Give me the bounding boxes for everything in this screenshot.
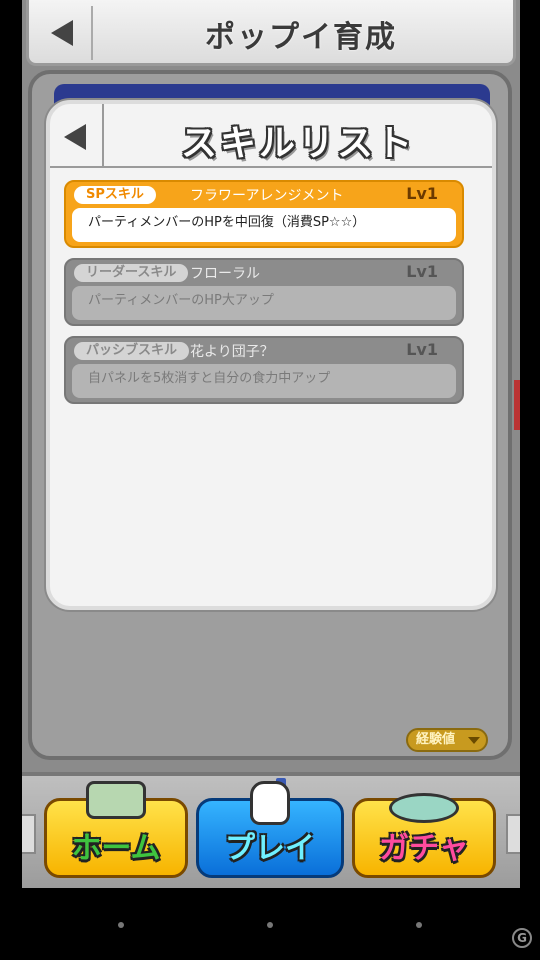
skill-name: フローラル [190, 266, 260, 282]
play-label: プレイ [225, 831, 315, 866]
skill-list-dialog: スキルリスト SPスキル フラワーアレンジメント Lv1 パーティメンバーのHP… [46, 100, 496, 610]
car-icon [86, 781, 146, 819]
skill-level: Lv1 [406, 340, 438, 359]
skill-item-passive[interactable]: パッシブスキル 花より団子？ Lv1 自パネルを5枚消すと自分の食力中アップ [64, 336, 464, 404]
watermark-logo: G [512, 928, 532, 948]
skill-type-badge: パッシブスキル [74, 342, 190, 360]
back-arrow-icon [51, 20, 73, 46]
recents-dot-icon[interactable] [416, 922, 422, 928]
skill-item-sp[interactable]: SPスキル フラワーアレンジメント Lv1 パーティメンバーのHPを中回復（消費… [64, 180, 464, 248]
background-back-button[interactable] [35, 6, 93, 60]
skill-description: 自パネルを5枚消すと自分の食力中アップ [72, 364, 456, 398]
skill-name: 花より団子？ [190, 344, 274, 360]
dialog-back-button[interactable] [50, 104, 104, 168]
skill-description: パーティメンバーのHPを中回復（消費SP☆☆） [72, 208, 456, 242]
back-dot-icon[interactable] [118, 922, 124, 928]
dropdown-arrow-icon [468, 737, 480, 744]
home-dot-icon[interactable] [267, 922, 273, 928]
gacha-label: ガチャ [379, 831, 469, 866]
skill-type-badge: リーダースキル [74, 264, 189, 282]
skill-list: SPスキル フラワーアレンジメント Lv1 パーティメンバーのHPを中回復（消費… [64, 180, 464, 414]
nav-scroll-right[interactable] [506, 814, 520, 854]
exp-dropdown-button[interactable]: 経験値 [406, 728, 488, 752]
dialog-header: スキルリスト [50, 104, 492, 168]
back-arrow-icon [64, 124, 86, 150]
home-label: ホーム [71, 831, 161, 866]
play-button[interactable]: プレイ [196, 781, 344, 878]
skill-type-badge: SPスキル [74, 186, 156, 204]
bunny-icon [250, 781, 290, 825]
skill-level: Lv1 [406, 184, 438, 203]
skill-description: パーティメンバーのHP大アップ [72, 286, 456, 320]
background-header: ポップイ育成 [26, 0, 516, 66]
skill-name: フラワーアレンジメント [190, 188, 344, 204]
nav-scroll-left[interactable] [22, 814, 36, 854]
home-button[interactable]: ホーム [44, 781, 188, 878]
skill-level: Lv1 [406, 262, 438, 281]
exp-label: 経験値 [416, 732, 456, 747]
side-tab [514, 380, 520, 430]
bottom-navigation: ホーム プレイ ガチャ [22, 772, 520, 888]
game-screen: ポップイ育成 経験値 スキルリスト SPスキル フラワーアレンジメント Lv1 … [22, 0, 520, 888]
system-navigation-bar: G [0, 888, 540, 960]
dialog-title: スキルリスト [180, 123, 415, 164]
gacha-button[interactable]: ガチャ [352, 793, 496, 878]
skill-item-leader[interactable]: リーダースキル フローラル Lv1 パーティメンバーのHP大アップ [64, 258, 464, 326]
ufo-icon [389, 793, 459, 823]
background-title: ポップイ育成 [205, 20, 397, 55]
